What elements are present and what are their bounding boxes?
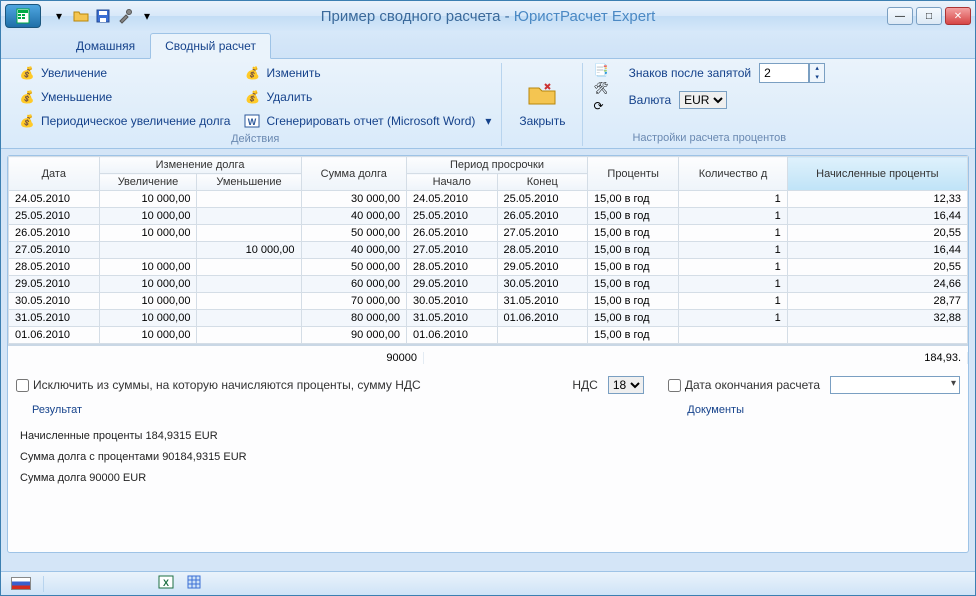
table-row[interactable]: 29.05.201010 000,0060 000,0029.05.201030… xyxy=(9,276,968,293)
word-icon: W xyxy=(244,113,260,129)
col-debt-sum[interactable]: Сумма долга xyxy=(301,157,406,191)
currency-select[interactable]: EUR xyxy=(679,91,727,109)
col-debt-change[interactable]: Изменение долга xyxy=(99,157,301,174)
col-end[interactable]: Конец xyxy=(497,174,588,191)
table-row[interactable]: 24.05.201010 000,0030 000,0024.05.201025… xyxy=(9,191,968,208)
qat-more[interactable]: ▾ xyxy=(137,6,157,26)
decrease-button[interactable]: 💰Уменьшение xyxy=(19,87,230,107)
edit-icon: 💰 xyxy=(244,65,260,81)
group-settings-label: Настройки расчета процентов xyxy=(593,130,825,144)
total-sum: 90000 xyxy=(314,352,424,364)
close-tab-button[interactable]: Закрыть xyxy=(512,78,572,128)
vat-select[interactable]: 18 xyxy=(608,376,644,394)
delete-icon: 💰 xyxy=(244,89,260,105)
table-row[interactable]: 25.05.201010 000,0040 000,0025.05.201026… xyxy=(9,208,968,225)
content-panel: Дата Изменение долга Сумма долга Период … xyxy=(7,155,969,553)
decimals-input[interactable] xyxy=(759,63,809,83)
delete-button[interactable]: 💰Удалить xyxy=(244,87,491,107)
svg-text:X: X xyxy=(163,578,169,588)
save-icon[interactable] xyxy=(93,6,113,26)
totals-row: 90000 184,93. xyxy=(8,344,968,370)
documents-link[interactable]: Документы xyxy=(675,400,756,420)
edit-button[interactable]: 💰Изменить xyxy=(244,63,491,83)
qat-dropdown[interactable]: ▾ xyxy=(49,6,69,26)
spin-up[interactable]: ▴ xyxy=(810,64,824,73)
app-button[interactable] xyxy=(5,4,41,28)
group-actions-label: Действия xyxy=(19,131,491,145)
end-date-combo[interactable] xyxy=(830,376,960,394)
settings-icon-1[interactable]: 📑 xyxy=(593,63,608,77)
col-decrease[interactable]: Уменьшение xyxy=(197,174,301,191)
col-overdue[interactable]: Период просрочки xyxy=(406,157,587,174)
tabrow: Домашняя Сводный расчет xyxy=(1,31,975,59)
coins-plus-icon: 💰 xyxy=(19,65,35,81)
result-link[interactable]: Результат xyxy=(20,400,94,420)
result-lines: Начисленные проценты 184,9315 EUR Сумма … xyxy=(8,420,968,497)
maximize-button[interactable]: □ xyxy=(916,7,942,25)
table-row[interactable]: 26.05.201010 000,0050 000,0026.05.201027… xyxy=(9,225,968,242)
col-accrued[interactable]: Начисленные проценты xyxy=(787,157,967,191)
window-title: Пример сводного расчета - ЮристРасчет Ex… xyxy=(321,8,656,25)
language-flag-icon[interactable] xyxy=(11,577,31,590)
titlebar: ▾ ▾ Пример сводного расчета - ЮристРасче… xyxy=(1,1,975,31)
col-date[interactable]: Дата xyxy=(9,157,100,191)
coins-minus-icon: 💰 xyxy=(19,89,35,105)
table-row[interactable]: 27.05.201010 000,0040 000,0027.05.201028… xyxy=(9,242,968,259)
periodic-increase-button[interactable]: 💰Периодическое увеличение долга xyxy=(19,111,230,131)
settings-icon-2[interactable]: 🛠 xyxy=(593,81,608,95)
currency-label: Валюта xyxy=(629,93,671,107)
vat-label: НДС xyxy=(572,378,597,392)
folder-close-icon xyxy=(526,78,558,110)
minimize-button[interactable]: — xyxy=(887,7,913,25)
data-grid[interactable]: Дата Изменение долга Сумма долга Период … xyxy=(8,156,968,344)
statusbar: X xyxy=(1,571,975,595)
generate-report-button[interactable]: WСгенерировать отчет (Microsoft Word)▾ xyxy=(244,111,491,131)
svg-text:W: W xyxy=(248,117,257,127)
coins-periodic-icon: 💰 xyxy=(19,113,35,129)
excel-icon[interactable]: X xyxy=(158,574,174,593)
col-increase[interactable]: Увеличение xyxy=(99,174,197,191)
settings-icon-3[interactable]: ⟳ xyxy=(593,99,608,113)
table-row[interactable]: 01.06.201010 000,0090 000,0001.06.201015… xyxy=(9,327,968,344)
col-qty[interactable]: Количество д xyxy=(679,157,787,191)
quick-access-toolbar: ▾ ▾ xyxy=(49,6,157,26)
total-accrued: 184,93. xyxy=(838,352,968,364)
table-row[interactable]: 31.05.201010 000,0080 000,0031.05.201001… xyxy=(9,310,968,327)
decimals-label: Знаков после запятой xyxy=(629,66,751,80)
spin-down[interactable]: ▾ xyxy=(810,73,824,82)
table-row[interactable]: 28.05.201010 000,0050 000,0028.05.201029… xyxy=(9,259,968,276)
increase-button[interactable]: 💰Увеличение xyxy=(19,63,230,83)
tab-home[interactable]: Домашняя xyxy=(61,33,150,58)
calculator-icon xyxy=(15,8,31,24)
col-percent[interactable]: Проценты xyxy=(588,157,679,191)
close-button[interactable]: ✕ xyxy=(945,7,971,25)
open-icon[interactable] xyxy=(71,6,91,26)
grid-icon[interactable] xyxy=(186,574,202,593)
tools-icon[interactable] xyxy=(115,6,135,26)
options-row: Исключить из суммы, на которую начисляют… xyxy=(8,370,968,400)
tab-summary[interactable]: Сводный расчет xyxy=(150,33,271,59)
col-start[interactable]: Начало xyxy=(406,174,497,191)
table-row[interactable]: 30.05.201010 000,0070 000,0030.05.201031… xyxy=(9,293,968,310)
exclude-vat-checkbox[interactable]: Исключить из суммы, на которую начисляют… xyxy=(16,378,421,392)
ribbon: 💰Увеличение 💰Уменьшение 💰Периодическое у… xyxy=(1,59,975,149)
end-date-checkbox[interactable]: Дата окончания расчета xyxy=(668,378,820,392)
